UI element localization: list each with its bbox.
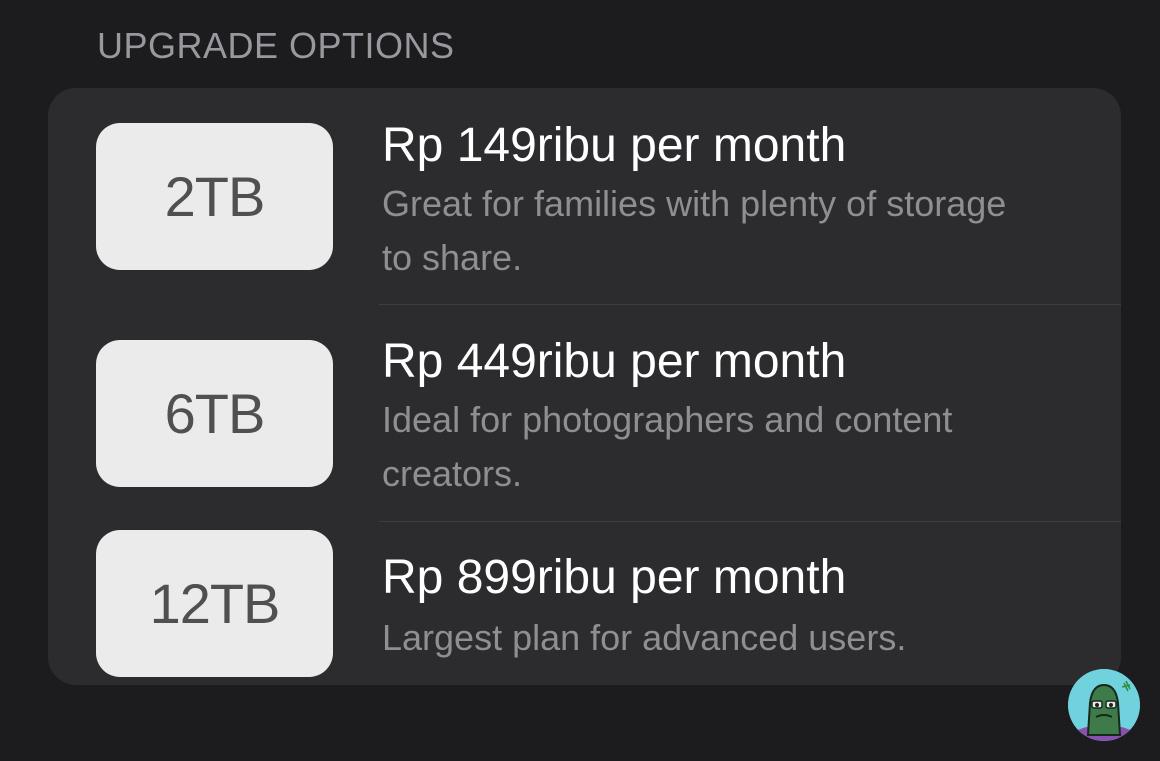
user-avatar-icon[interactable] [1068, 669, 1140, 741]
storage-badge: 6TB [96, 340, 333, 487]
upgrade-options-list: 2TB Rp 149ribu per month Great for famil… [48, 88, 1121, 685]
section-header: UPGRADE OPTIONS [97, 25, 455, 66]
storage-badge: 2TB [96, 123, 333, 270]
plan-option-2tb[interactable]: 2TB Rp 149ribu per month Great for famil… [48, 88, 1121, 304]
plan-description: Ideal for photographers and content crea… [382, 399, 953, 494]
plan-option-12tb[interactable]: 12TB Rp 899ribu per month Largest plan f… [48, 522, 1121, 685]
storage-badge: 12TB [96, 530, 333, 677]
plan-price: Rp 899ribu per month [382, 551, 847, 604]
plan-price: Rp 149ribu per month [382, 119, 847, 172]
plan-description: Great for families with plenty of storag… [382, 183, 1007, 278]
plan-description: Largest plan for advanced users. [382, 617, 907, 658]
plan-price: Rp 449ribu per month [382, 335, 847, 388]
plan-option-6tb[interactable]: 6TB Rp 449ribu per month Ideal for photo… [48, 305, 1121, 521]
